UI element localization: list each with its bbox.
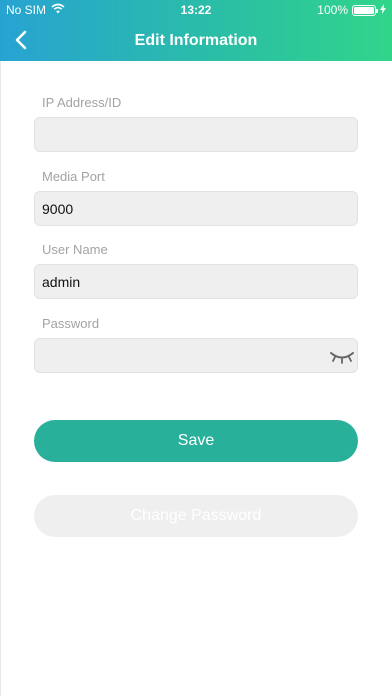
battery-icon — [352, 4, 378, 16]
save-button[interactable]: Save — [34, 420, 358, 462]
user-name-label: User Name — [42, 242, 108, 257]
change-password-button[interactable]: Change Password — [34, 495, 358, 537]
password-field[interactable] — [34, 338, 358, 373]
user-name-field[interactable] — [34, 264, 358, 299]
status-bar: No SIM 13:22 100% — [0, 0, 392, 20]
app-header: No SIM 13:22 100% Edit Information — [0, 0, 392, 61]
media-port-field[interactable] — [34, 191, 358, 226]
password-input[interactable] — [35, 339, 357, 372]
password-label: Password — [42, 316, 100, 331]
ip-address-field[interactable] — [34, 117, 358, 152]
charging-bolt-icon — [380, 0, 386, 20]
nav-bar: Edit Information — [0, 20, 392, 61]
user-name-input[interactable] — [35, 265, 357, 298]
status-right: 100% — [317, 0, 386, 20]
left-divider — [0, 61, 1, 696]
media-port-label: Media Port — [42, 169, 105, 184]
page-title: Edit Information — [134, 32, 258, 49]
eye-closed-icon[interactable] — [329, 346, 355, 366]
media-port-input[interactable] — [35, 192, 357, 225]
ip-address-input[interactable] — [35, 118, 357, 151]
ip-address-label: IP Address/ID — [42, 95, 122, 110]
battery-percent: 100% — [317, 3, 348, 17]
